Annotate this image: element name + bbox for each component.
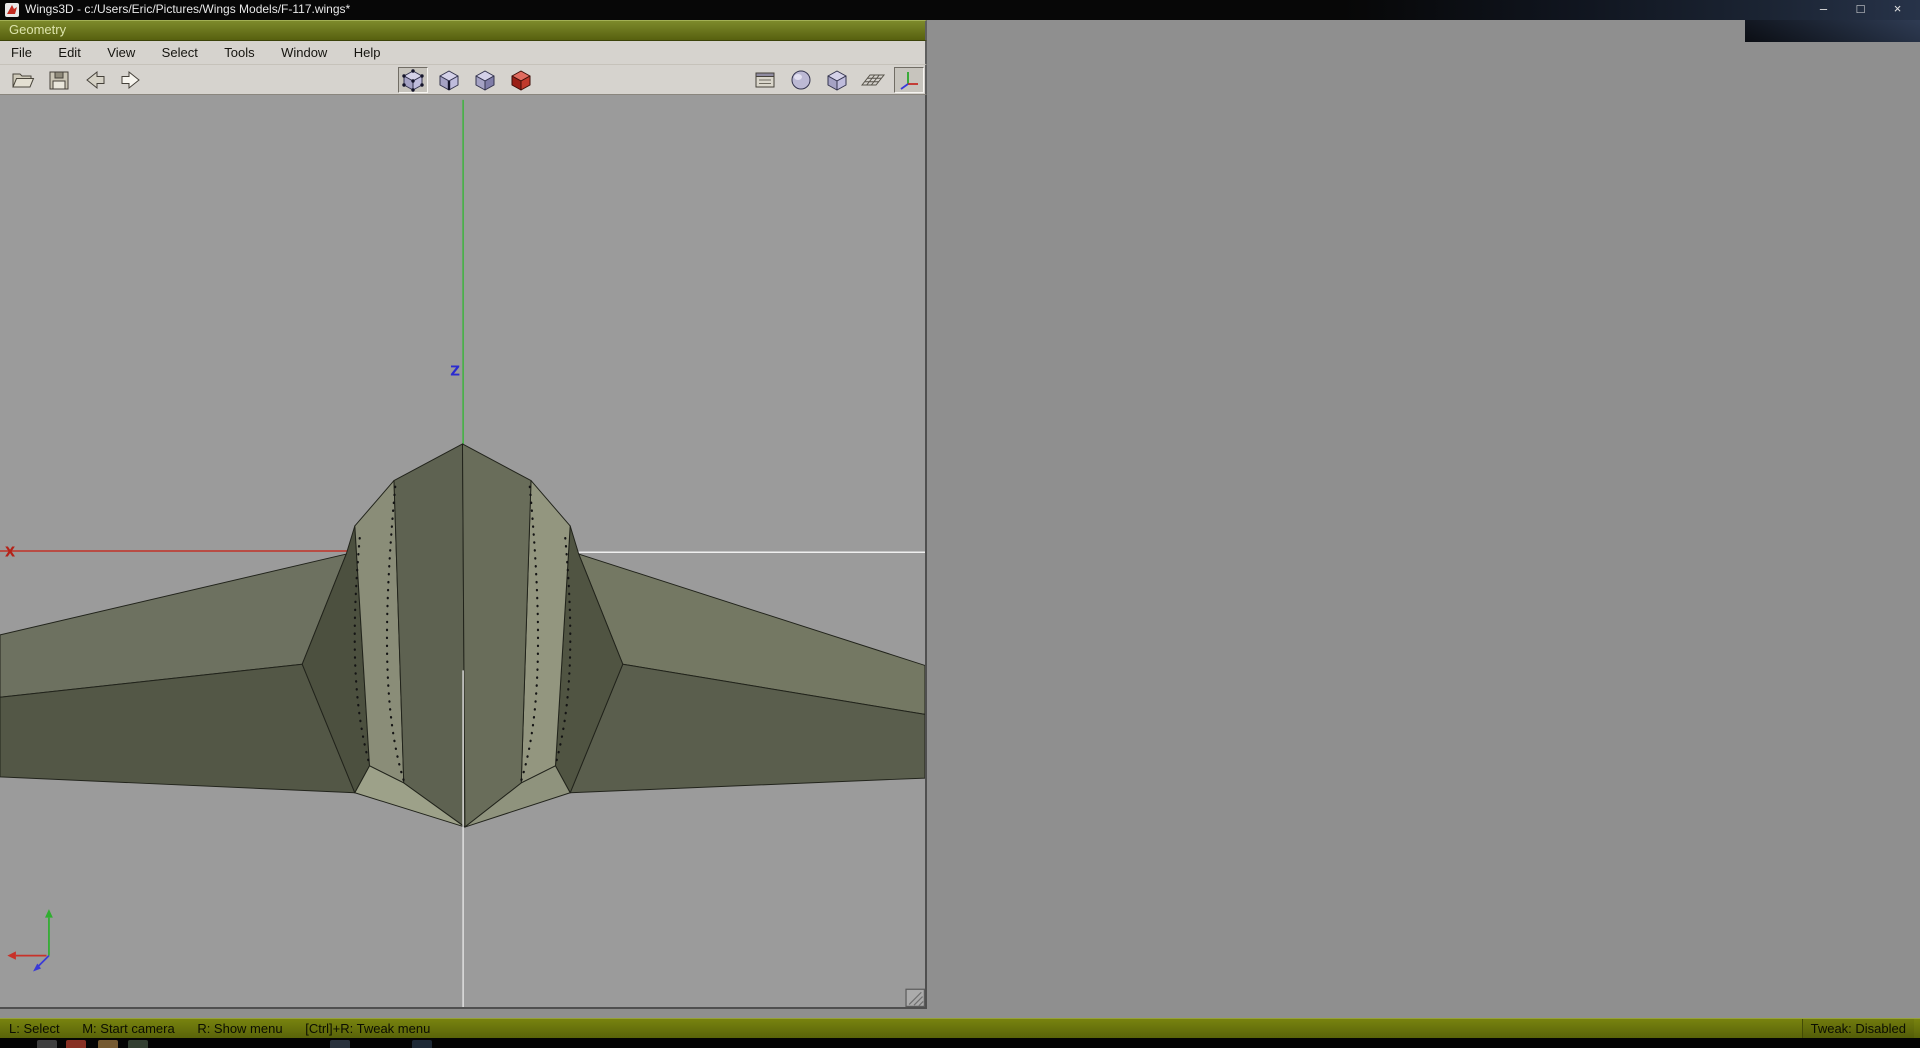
open-button[interactable] [8,67,38,93]
restore-button[interactable]: □ [1842,0,1879,19]
orthographic-cube-icon [827,70,847,91]
menu-window[interactable]: Window [270,41,338,64]
wings3d-app-icon [5,3,19,17]
face-mode-icon [475,70,495,91]
redo-button[interactable] [116,67,146,93]
menu-tools[interactable]: Tools [213,41,265,64]
geometry-window-title: Geometry [9,22,67,37]
toolbar-mode-group [398,67,536,93]
save-button[interactable] [44,67,74,93]
smooth-sphere-icon [791,70,811,90]
open-folder-icon [12,73,35,88]
hint-left-mouse: L: Select [9,1021,60,1036]
save-floppy-icon [49,71,69,90]
status-bar: L: Select M: Start camera R: Show menu [… [0,1018,1920,1038]
hint-middle-mouse: M: Start camera [82,1021,175,1036]
menu-select[interactable]: Select [151,41,209,64]
menu-edit[interactable]: Edit [47,41,91,64]
geometry-viewport[interactable]: Z X [0,95,927,1009]
taskbar-icon-2[interactable] [66,1040,86,1048]
toolbar [0,64,927,95]
undo-button[interactable] [80,67,110,93]
smooth-preview-button[interactable] [786,67,816,93]
show-axes-button[interactable] [894,67,924,93]
edge-mode-icon [439,70,459,91]
close-button[interactable]: × [1879,0,1916,19]
menu-bar: File Edit View Select Tools Window Help [0,41,927,64]
toolbar-view-group [750,67,924,93]
body-mode-icon [511,70,531,91]
face-mode-button[interactable] [470,67,500,93]
taskbar-icon-6[interactable] [412,1040,432,1048]
taskbar-icon-3[interactable] [98,1040,118,1048]
ground-plane-button[interactable] [858,67,888,93]
menu-file[interactable]: File [0,41,43,64]
edge-mode-button[interactable] [434,67,464,93]
minimize-button[interactable]: – [1805,0,1842,19]
viewport-resize-handle[interactable] [905,988,925,1007]
hint-right-mouse: R: Show menu [197,1021,283,1036]
fuselage-center-left-facet [393,443,466,828]
window-title: Wings3D - c:/Users/Eric/Pictures/Wings M… [25,2,351,16]
redo-arrow-icon [121,70,140,90]
toolbar-file-group [8,67,146,93]
windows-taskbar [0,1038,1920,1048]
axis-z-label: Z [450,364,460,379]
orthographic-view-button[interactable] [822,67,852,93]
window-controls: – □ × [1805,0,1916,19]
axis-x-label: X [5,546,16,561]
taskbar-icon-5[interactable] [330,1040,350,1048]
windows-icon [755,72,775,88]
undo-arrow-icon [86,70,105,90]
tweak-status-badge: Tweak: Disabled [1801,1019,1914,1038]
vertex-mode-button[interactable] [398,67,428,93]
windows-toggle-button[interactable] [750,67,780,93]
body-mode-button[interactable] [506,67,536,93]
geometry-window-titlebar[interactable]: Geometry [0,20,927,41]
menu-view[interactable]: View [96,41,146,64]
taskbar-icon-1[interactable] [37,1040,57,1048]
fuselage-center-right-facet [462,443,532,828]
menu-help[interactable]: Help [343,41,392,64]
mini-axis-gizmo [7,909,53,972]
ground-plane-grid-icon [860,74,886,86]
vertex-mode-icon [402,69,424,92]
hint-tweak-menu: [Ctrl]+R: Tweak menu [305,1021,431,1036]
axes-icon [900,72,918,90]
viewport-canvas[interactable]: Z X [0,95,925,1007]
taskbar-icon-4[interactable] [128,1040,148,1048]
